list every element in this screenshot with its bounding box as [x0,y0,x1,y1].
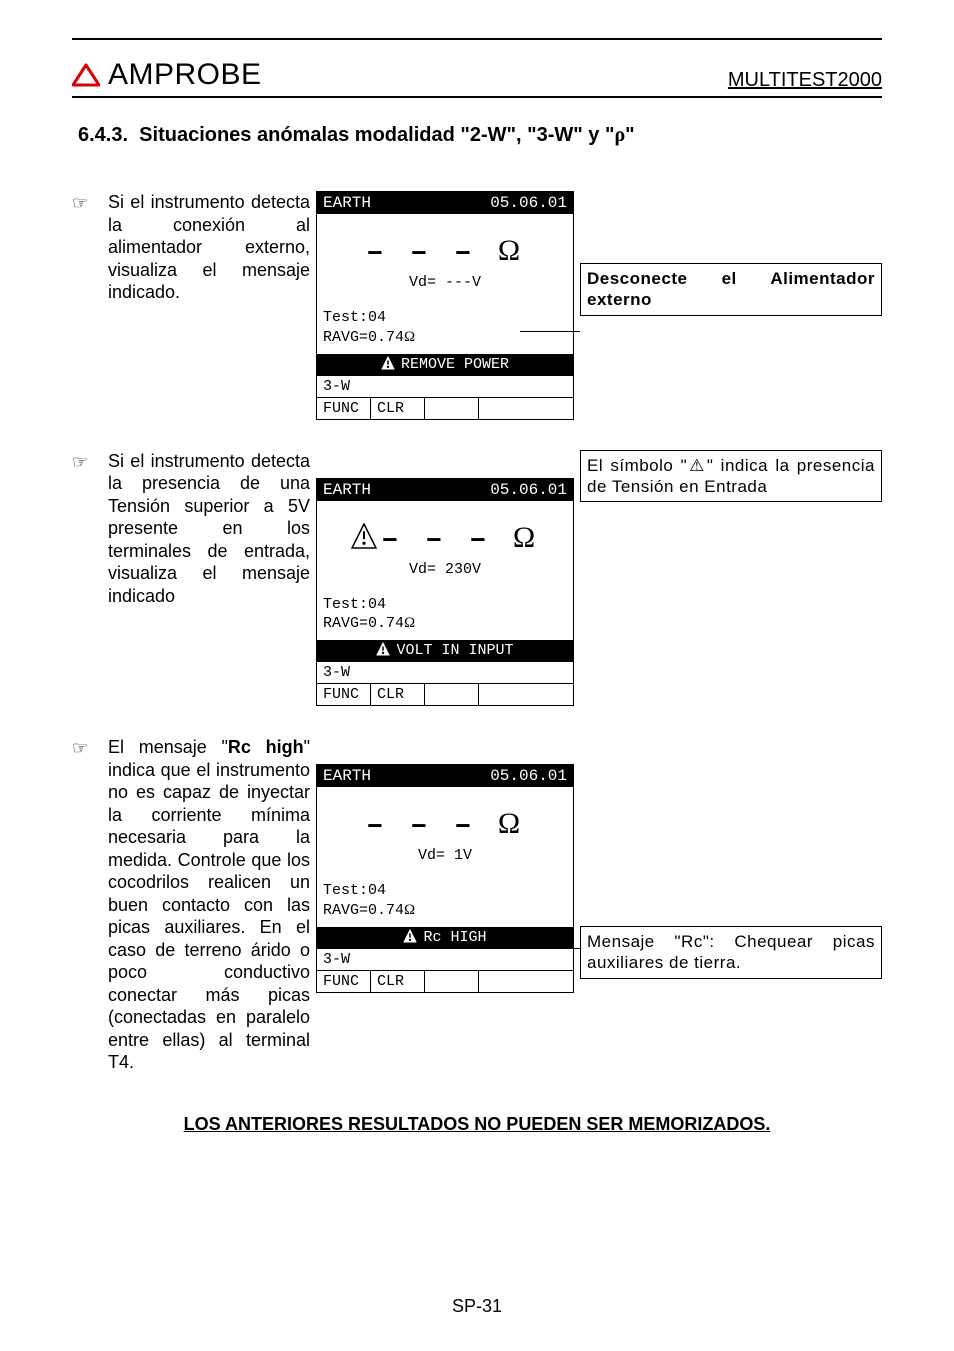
callout-box: Mensaje "Rc": Chequear picas auxiliares … [580,926,882,979]
screen-mode-3w: 3-W [317,662,573,684]
softkey-func[interactable]: FUNC [317,684,371,705]
callout-box: El símbolo "⚠" indica la presencia de Te… [580,450,882,503]
softkey-blank1[interactable] [425,971,479,992]
screen-mode: EARTH [323,481,371,499]
bullet-icon: ☞ [72,191,102,214]
softkey-blank1[interactable] [425,398,479,419]
warning-icon [403,929,417,946]
header-underline [72,96,882,98]
screen-test-info: Test:04RAVG=0.74Ω [317,309,573,348]
screen-date: 05.06.01 [490,194,567,212]
screen-vd: Vd= 230V [317,561,573,578]
softkey-clr[interactable]: CLR [371,398,425,419]
screen-reading: – – – Ω [317,214,573,274]
section-title: 6.4.3. Situaciones anómalas modalidad "2… [78,124,882,147]
callout-box: Desconecte el Alimentador externo [580,263,882,316]
softkey-blank2[interactable] [479,684,573,705]
screen-mode: EARTH [323,194,371,212]
warning-icon [381,356,395,373]
brand-name: AMPROBE [108,58,262,92]
bullet-icon: ☞ [72,450,102,473]
screen-mode-3w: 3-W [317,376,573,398]
screen-message-bar: VOLT IN INPUT [317,640,573,661]
screen-softkeys: FUNC CLR [317,684,573,705]
item-row: ☞ El mensaje "Rc high" indica que el ins… [72,736,882,1074]
softkey-clr[interactable]: CLR [371,684,425,705]
screen-message: Rc HIGH [423,929,486,946]
page-number: SP-31 [0,1296,954,1317]
softkey-blank1[interactable] [425,684,479,705]
screen-date: 05.06.01 [490,481,567,499]
item-description: Si el instrumento detecta la conexión al… [108,191,310,304]
softkey-func[interactable]: FUNC [317,398,371,419]
warning-icon [376,642,390,659]
item-description: El mensaje "Rc high" indica que el instr… [108,736,310,1074]
screen-test-info: Test:04RAVG=0.74Ω [317,882,573,921]
screen-date: 05.06.01 [490,767,567,785]
callout-column: El símbolo "⚠" indica la presencia de Te… [580,450,882,670]
screen-reading: – – – Ω [317,501,573,561]
footer-note: LOS ANTERIORES RESULTADOS NO PUEDEN SER … [72,1114,882,1135]
model-label: MULTITEST2000 [728,69,882,92]
device-screen: EARTH 05.06.01 – – – Ω Vd= 230V Test:04R… [316,478,574,707]
screen-message-bar: REMOVE POWER [317,354,573,375]
brand: AMPROBE [72,58,262,92]
screen-softkeys: FUNC CLR [317,398,573,419]
item-description: Si el instrumento detecta la presencia d… [108,450,310,608]
screen-message: REMOVE POWER [401,356,509,373]
screen-mode-3w: 3-W [317,949,573,971]
screen-message: VOLT IN INPUT [396,642,513,659]
top-rule [72,38,882,40]
screen-test-info: Test:04RAVG=0.74Ω [317,596,573,635]
logo-triangle-icon [72,63,100,87]
item-row: ☞ Si el instrumento detecta la conexión … [72,191,882,420]
screen-mode: EARTH [323,767,371,785]
callout-column: Desconecte el Alimentador externo [580,191,882,411]
softkey-func[interactable]: FUNC [317,971,371,992]
device-screen: EARTH 05.06.01 – – – Ω Vd= ---V Test:04R… [316,191,574,420]
softkey-clr[interactable]: CLR [371,971,425,992]
screen-vd: Vd= 1V [317,847,573,864]
screen-header: EARTH 05.06.01 [317,479,573,501]
softkey-blank2[interactable] [479,398,573,419]
screen-message-bar: Rc HIGH [317,927,573,948]
header-row: AMPROBE MULTITEST2000 [72,58,882,92]
callout-column: Mensaje "Rc": Chequear picas auxiliares … [580,736,882,979]
screen-softkeys: FUNC CLR [317,971,573,992]
screen-header: EARTH 05.06.01 [317,765,573,787]
bullet-icon: ☞ [72,736,102,759]
screen-vd: Vd= ---V [317,274,573,291]
device-screen: EARTH 05.06.01 – – – Ω Vd= 1V Test:04RAV… [316,764,574,993]
screen-header: EARTH 05.06.01 [317,192,573,214]
screen-reading: – – – Ω [317,787,573,847]
softkey-blank2[interactable] [479,971,573,992]
item-row: ☞ Si el instrumento detecta la presencia… [72,450,882,707]
